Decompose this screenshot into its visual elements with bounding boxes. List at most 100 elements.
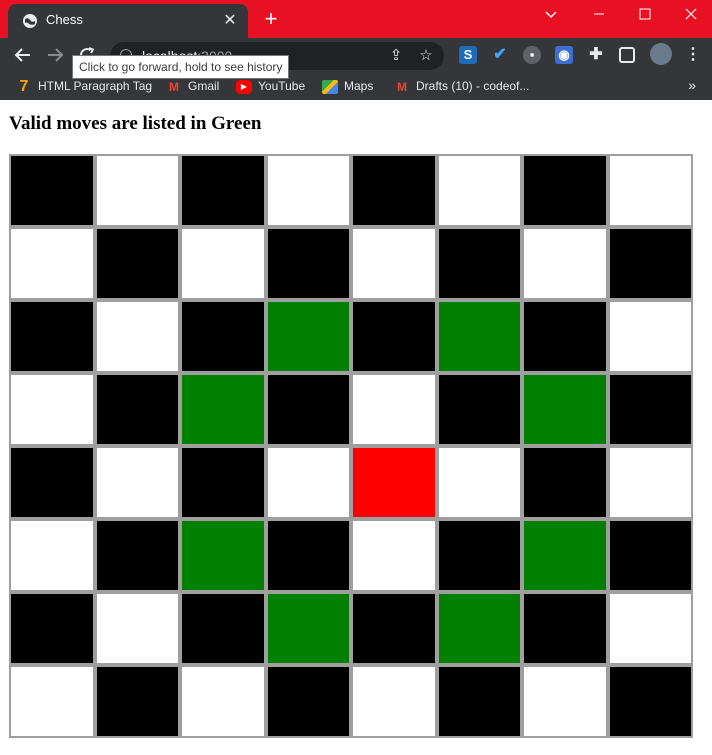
board-square[interactable] bbox=[522, 592, 608, 665]
extension-s-icon[interactable]: S bbox=[459, 46, 477, 64]
tab-title: Chess bbox=[46, 12, 83, 27]
menu-dots-icon[interactable]: ⋮ bbox=[684, 46, 702, 64]
board-square[interactable] bbox=[436, 373, 522, 446]
board-square[interactable] bbox=[265, 154, 351, 227]
board-square[interactable] bbox=[607, 154, 693, 227]
board-square[interactable] bbox=[436, 446, 522, 519]
bookmark-html-paragraph[interactable]: 7 HTML Paragraph Tag bbox=[16, 77, 153, 95]
valid-move-square[interactable] bbox=[522, 519, 608, 592]
maps-icon bbox=[322, 79, 338, 94]
seven-icon: 7 bbox=[19, 77, 29, 95]
board-square[interactable] bbox=[9, 373, 95, 446]
board-square[interactable] bbox=[522, 665, 608, 738]
board-square[interactable] bbox=[265, 446, 351, 519]
board-square[interactable] bbox=[180, 446, 266, 519]
board-square[interactable] bbox=[9, 592, 95, 665]
board-square[interactable] bbox=[180, 300, 266, 373]
selected-square[interactable] bbox=[351, 446, 437, 519]
board-square[interactable] bbox=[607, 227, 693, 300]
board-square[interactable] bbox=[607, 519, 693, 592]
board-square[interactable] bbox=[522, 446, 608, 519]
chevron-down-icon[interactable] bbox=[528, 0, 574, 30]
valid-move-square[interactable] bbox=[436, 592, 522, 665]
board-square[interactable] bbox=[9, 519, 95, 592]
checkmark-extension-icon[interactable]: ✔ bbox=[491, 46, 509, 64]
valid-move-square[interactable] bbox=[436, 300, 522, 373]
board-square[interactable] bbox=[351, 373, 437, 446]
new-tab-button[interactable]: + bbox=[258, 6, 284, 32]
board-square[interactable] bbox=[94, 592, 180, 665]
board-square[interactable] bbox=[522, 154, 608, 227]
star-icon[interactable]: ☆ bbox=[416, 47, 436, 65]
board-square[interactable] bbox=[265, 519, 351, 592]
extension-grid-icon[interactable]: ▪ bbox=[523, 46, 541, 64]
board-square[interactable] bbox=[436, 227, 522, 300]
board-square[interactable] bbox=[94, 227, 180, 300]
puzzle-icon[interactable]: ✚ bbox=[587, 46, 605, 64]
board-square[interactable] bbox=[94, 519, 180, 592]
board-square[interactable] bbox=[436, 154, 522, 227]
share-icon[interactable]: ⇪ bbox=[386, 47, 406, 65]
board-square[interactable] bbox=[351, 300, 437, 373]
board-square[interactable] bbox=[9, 227, 95, 300]
valid-move-square[interactable] bbox=[265, 592, 351, 665]
board-square[interactable] bbox=[607, 300, 693, 373]
valid-move-square[interactable] bbox=[522, 373, 608, 446]
chess-board bbox=[9, 154, 693, 738]
board-square[interactable] bbox=[265, 665, 351, 738]
board-square[interactable] bbox=[9, 446, 95, 519]
forward-arrow-icon[interactable] bbox=[42, 42, 68, 68]
board-square[interactable] bbox=[522, 227, 608, 300]
board-square[interactable] bbox=[522, 300, 608, 373]
board-square[interactable] bbox=[351, 519, 437, 592]
side-panel-icon[interactable] bbox=[619, 47, 635, 63]
board-square[interactable] bbox=[351, 227, 437, 300]
window-close-icon[interactable] bbox=[668, 0, 712, 30]
tab-bar: Chess ✕ + bbox=[0, 0, 712, 38]
board-square[interactable] bbox=[180, 227, 266, 300]
close-tab-icon[interactable]: ✕ bbox=[220, 11, 240, 31]
board-square[interactable] bbox=[180, 592, 266, 665]
board-square[interactable] bbox=[94, 446, 180, 519]
board-square[interactable] bbox=[94, 665, 180, 738]
gmail-icon: M bbox=[397, 79, 407, 94]
tab-chess[interactable]: Chess ✕ bbox=[8, 4, 248, 38]
back-arrow-icon[interactable] bbox=[10, 42, 36, 68]
bookmark-maps[interactable]: Maps bbox=[322, 78, 373, 94]
board-square[interactable] bbox=[607, 446, 693, 519]
gmail-icon: M bbox=[169, 79, 179, 94]
globe-icon bbox=[23, 14, 37, 28]
youtube-icon: ▶ bbox=[236, 79, 252, 94]
screen-capture-icon[interactable]: ◉ bbox=[555, 46, 573, 64]
board-square[interactable] bbox=[94, 373, 180, 446]
board-square[interactable] bbox=[9, 154, 95, 227]
board-square[interactable] bbox=[94, 154, 180, 227]
board-square[interactable] bbox=[265, 373, 351, 446]
minimize-icon[interactable] bbox=[576, 0, 622, 30]
board-square[interactable] bbox=[607, 592, 693, 665]
board-square[interactable] bbox=[180, 154, 266, 227]
board-square[interactable] bbox=[436, 519, 522, 592]
board-square[interactable] bbox=[607, 665, 693, 738]
more-bookmarks-icon[interactable]: » bbox=[688, 77, 696, 93]
board-square[interactable] bbox=[9, 300, 95, 373]
forward-tooltip: Click to go forward, hold to see history bbox=[72, 55, 290, 79]
board-square[interactable] bbox=[94, 300, 180, 373]
board-square[interactable] bbox=[180, 665, 266, 738]
valid-move-square[interactable] bbox=[265, 300, 351, 373]
board-square[interactable] bbox=[351, 665, 437, 738]
board-square[interactable] bbox=[265, 227, 351, 300]
maximize-icon[interactable] bbox=[622, 0, 668, 30]
board-square[interactable] bbox=[607, 373, 693, 446]
board-square[interactable] bbox=[436, 665, 522, 738]
valid-move-square[interactable] bbox=[180, 519, 266, 592]
bookmark-youtube[interactable]: ▶ YouTube bbox=[236, 78, 305, 94]
page-title: Valid moves are listed in Green bbox=[9, 113, 262, 134]
valid-move-square[interactable] bbox=[180, 373, 266, 446]
board-square[interactable] bbox=[351, 154, 437, 227]
board-square[interactable] bbox=[9, 665, 95, 738]
avatar[interactable] bbox=[650, 43, 672, 65]
bookmark-gmail[interactable]: M Gmail bbox=[166, 78, 219, 94]
bookmark-drafts[interactable]: M Drafts (10) - codeof... bbox=[394, 78, 529, 94]
board-square[interactable] bbox=[351, 592, 437, 665]
